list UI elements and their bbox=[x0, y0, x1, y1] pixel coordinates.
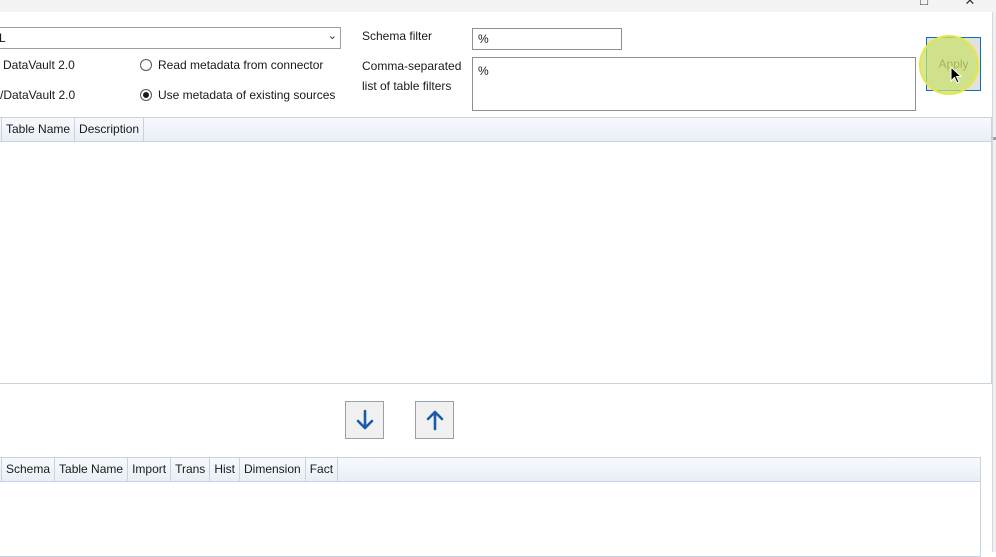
use-existing-metadata-radio[interactable] bbox=[140, 89, 152, 101]
target-grid-header: Schema Table Name Import Trans Hist Dime… bbox=[0, 458, 980, 482]
source-grid-column-header[interactable]: Description bbox=[75, 118, 145, 141]
table-filter-textarea[interactable]: % bbox=[472, 57, 916, 111]
target-grid-column-header[interactable]: Hist bbox=[210, 458, 240, 481]
source-data-vault-label: DataVault 2.0 bbox=[3, 58, 75, 72]
mouse-pointer-icon bbox=[950, 66, 962, 84]
chevron-down-icon: ⌄ bbox=[327, 30, 337, 42]
schema-filter-input[interactable] bbox=[472, 28, 622, 50]
source-grid-header: Table Name Description bbox=[0, 118, 991, 142]
target-grid-column-header[interactable]: Trans bbox=[171, 458, 211, 481]
move-up-button[interactable] bbox=[415, 401, 454, 439]
target-data-vault-label: /DataVault 2.0 bbox=[0, 88, 76, 102]
window-edge bbox=[992, 12, 996, 552]
table-filter-label-line1: Comma-separated bbox=[362, 59, 462, 73]
connection-dropdown[interactable]: L ⌄ bbox=[0, 27, 341, 49]
arrow-down-icon bbox=[356, 409, 373, 430]
arrow-up-icon bbox=[426, 410, 443, 431]
read-metadata-radio[interactable] bbox=[140, 59, 152, 71]
target-tables-grid[interactable]: Schema Table Name Import Trans Hist Dime… bbox=[0, 457, 981, 557]
source-grid-column-header[interactable]: Table Name bbox=[2, 118, 76, 141]
schema-filter-label: Schema filter bbox=[362, 29, 433, 43]
title-bar bbox=[0, 0, 996, 12]
target-grid-column-header[interactable]: Import bbox=[128, 458, 172, 481]
use-existing-metadata-label[interactable]: Use metadata of existing sources bbox=[158, 88, 335, 102]
source-tables-grid[interactable]: Table Name Description bbox=[0, 117, 992, 384]
connection-dropdown-value: L bbox=[0, 31, 6, 45]
target-grid-column-header[interactable]: Table Name bbox=[55, 458, 129, 481]
target-grid-column-header[interactable]: Dimension bbox=[240, 458, 306, 481]
target-grid-column-header[interactable]: Schema bbox=[2, 458, 56, 481]
target-grid-column-header[interactable]: Fact bbox=[306, 458, 339, 481]
restore-window-button[interactable]: □ bbox=[914, 0, 934, 8]
move-down-button[interactable] bbox=[345, 401, 384, 439]
table-filter-label-line2: list of table filters bbox=[362, 79, 452, 93]
read-metadata-label[interactable]: Read metadata from connector bbox=[158, 58, 323, 72]
close-window-button[interactable]: ✕ bbox=[960, 0, 980, 8]
